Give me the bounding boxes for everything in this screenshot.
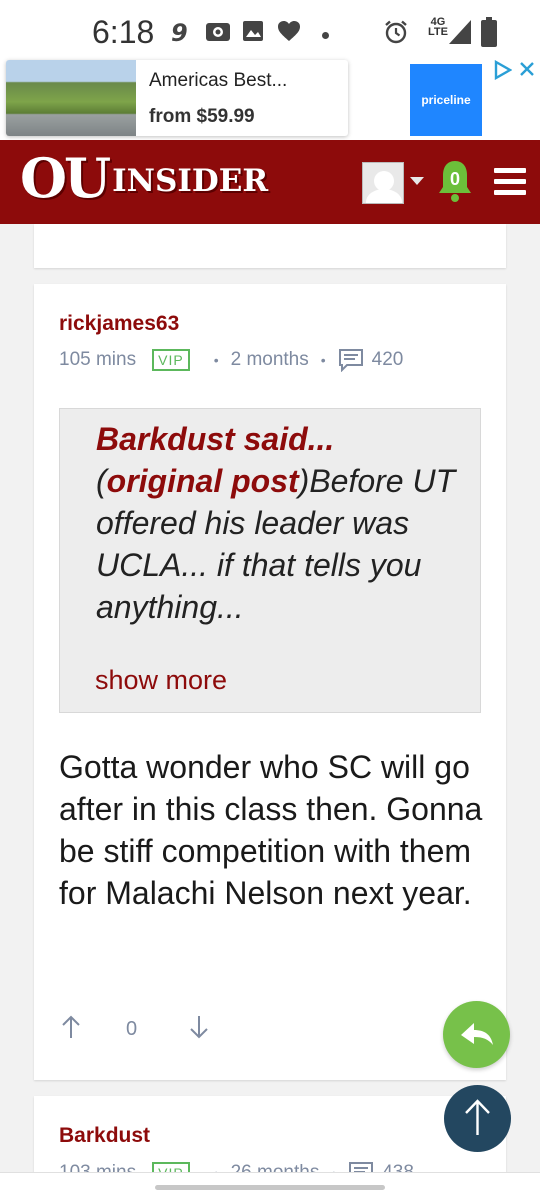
ad-price[interactable]: from $59.99 bbox=[149, 106, 255, 128]
ad-choices-icon[interactable] bbox=[494, 60, 512, 80]
show-more-link[interactable]: show more bbox=[95, 665, 227, 696]
avatar[interactable] bbox=[362, 162, 404, 204]
previous-post-card bbox=[34, 224, 506, 268]
alarm-icon bbox=[385, 20, 407, 44]
close-icon[interactable] bbox=[518, 60, 536, 78]
home-handle[interactable] bbox=[155, 1185, 385, 1190]
notifications-button[interactable]: 0 bbox=[436, 158, 474, 204]
quote-author[interactable]: Barkdust said... bbox=[96, 421, 334, 457]
ad-card[interactable]: Americas Best... from $59.99 bbox=[6, 60, 348, 136]
ad-banner[interactable]: Americas Best... from $59.99 priceline bbox=[0, 56, 540, 140]
quote-block: Barkdust said... (original post)Before U… bbox=[59, 408, 481, 713]
vip-badge: VIP bbox=[152, 349, 190, 371]
image-icon bbox=[243, 21, 263, 41]
post-meta: 105 mins VIP • 2 months • 420 bbox=[59, 347, 403, 373]
signal-icon bbox=[449, 20, 471, 44]
ad-title[interactable]: Americas Best... bbox=[149, 70, 287, 92]
next-post-author[interactable]: Barkdust bbox=[59, 1124, 150, 1148]
radio-icon bbox=[206, 23, 230, 41]
logo-ou: OU bbox=[20, 146, 111, 210]
site-header: OU INSIDER 0 bbox=[0, 140, 540, 224]
svg-text:9: 9 bbox=[171, 20, 188, 44]
reply-button[interactable] bbox=[443, 1001, 510, 1068]
comment-icon bbox=[338, 349, 363, 372]
post-body: Gotta wonder who SC will go after in thi… bbox=[59, 749, 483, 911]
reply-icon bbox=[461, 1023, 493, 1045]
ad-image[interactable] bbox=[6, 60, 136, 136]
network-type: 4G LTE bbox=[428, 16, 448, 38]
status-bar: 6:18 9 4G LTE bbox=[0, 0, 540, 56]
post-minutes: 105 mins bbox=[59, 349, 137, 370]
chevron-down-icon[interactable] bbox=[410, 177, 424, 185]
scroll-to-top-button[interactable] bbox=[444, 1085, 511, 1152]
site-logo[interactable]: OU INSIDER bbox=[20, 147, 268, 209]
notification-icon: 9 bbox=[171, 20, 188, 44]
status-time: 6:18 bbox=[92, 14, 155, 50]
menu-icon[interactable] bbox=[494, 168, 526, 196]
quote-text: Barkdust said... (original post)Before U… bbox=[96, 418, 466, 628]
upvote-icon[interactable] bbox=[60, 1014, 82, 1040]
arrow-up-icon bbox=[465, 1099, 490, 1135]
system-nav-bar bbox=[0, 1172, 540, 1200]
post-tenure: 2 months bbox=[230, 349, 309, 370]
original-post-link[interactable]: original post bbox=[107, 463, 299, 499]
dot-icon bbox=[322, 32, 329, 39]
vote-count: 0 bbox=[126, 1018, 138, 1040]
battery-icon bbox=[481, 17, 497, 47]
meta-separator: • bbox=[213, 352, 219, 368]
quote-open-paren: ( bbox=[96, 463, 107, 499]
notification-count: 0 bbox=[449, 169, 460, 189]
ad-brand-logo[interactable]: priceline bbox=[410, 64, 482, 136]
heart-icon bbox=[278, 21, 300, 41]
post-author[interactable]: rickjames63 bbox=[59, 312, 179, 336]
post-count: 420 bbox=[371, 349, 404, 370]
downvote-icon[interactable] bbox=[188, 1014, 210, 1040]
logo-insider: INSIDER bbox=[112, 163, 269, 199]
post-card: rickjames63 105 mins VIP • 2 months • 42… bbox=[34, 284, 506, 1080]
meta-separator: • bbox=[320, 352, 326, 368]
